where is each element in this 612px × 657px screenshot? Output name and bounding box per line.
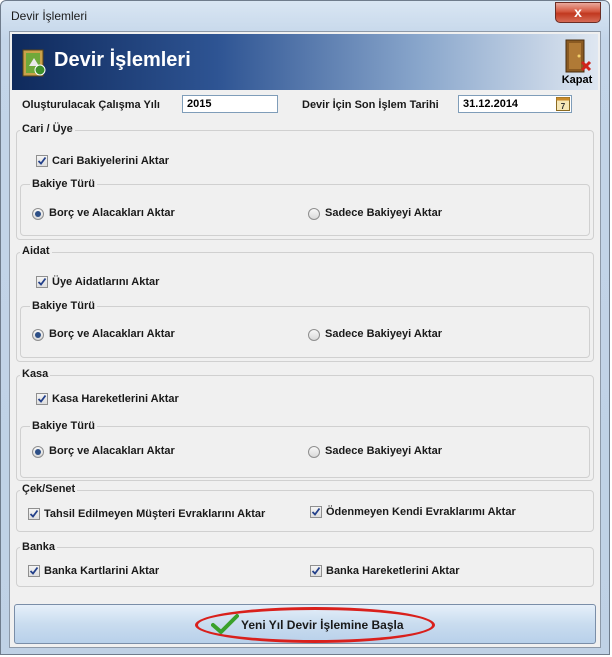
page-title: Devir İşlemleri xyxy=(54,49,191,71)
kasa-radio-borc-label: Borç ve Alacakları Aktar xyxy=(49,445,175,457)
kasa-radio-borc[interactable] xyxy=(32,446,44,458)
dialog-content: Devir İşlemleri Kapat Oluşturulacak Çalı… xyxy=(9,31,601,648)
checkmark-icon xyxy=(29,566,39,575)
kapat-label: Kapat xyxy=(561,74,593,86)
aidat-checkbox-label: Üye Aidatlarını Aktar xyxy=(52,276,160,288)
title-bar[interactable]: Devir İşlemleri x xyxy=(1,1,609,31)
window-close-button[interactable]: x xyxy=(555,2,601,23)
cari-checkbox[interactable] xyxy=(36,155,48,167)
dialog-window: Devir İşlemleri x Devir İşlemleri Kapat xyxy=(0,0,610,655)
aidat-checkbox[interactable] xyxy=(36,276,48,288)
header-banner: Devir İşlemleri Kapat xyxy=(12,34,598,90)
kasa-radio-sadece-label: Sadece Bakiyeyi Aktar xyxy=(325,445,442,457)
year-input[interactable]: 2015 xyxy=(182,95,278,113)
checkmark-icon xyxy=(37,156,47,165)
banka-kart-checkbox[interactable] xyxy=(28,565,40,577)
date-label: Devir İçin Son İşlem Tarihi xyxy=(302,99,439,111)
cek-odenmeyen-checkbox[interactable] xyxy=(310,506,322,518)
cari-group-title: Cari / Üye xyxy=(20,123,75,135)
kasa-group-title: Kasa xyxy=(20,368,51,380)
aidat-bakiye-title: Bakiye Türü xyxy=(30,300,97,312)
door-exit-icon xyxy=(565,39,592,73)
checkmark-icon xyxy=(29,509,39,518)
aidat-group-title: Aidat xyxy=(20,245,52,257)
cari-radio-borc[interactable] xyxy=(32,208,44,220)
window-title: Devir İşlemleri xyxy=(11,9,88,23)
kasa-checkbox-label: Kasa Hareketlerini Aktar xyxy=(52,393,179,405)
calendar-day-text: 7 xyxy=(561,102,566,111)
cari-radio-sadece-label: Sadece Bakiyeyi Aktar xyxy=(325,207,442,219)
aidat-radio-borc[interactable] xyxy=(32,329,44,341)
kapat-button[interactable]: Kapat xyxy=(558,38,594,86)
kasa-checkbox[interactable] xyxy=(36,393,48,405)
transfer-app-icon xyxy=(22,49,46,77)
banka-hareket-checkbox[interactable] xyxy=(310,565,322,577)
cari-bakiye-title: Bakiye Türü xyxy=(30,178,97,190)
kasa-bakiye-title: Bakiye Türü xyxy=(30,420,97,432)
checkmark-icon xyxy=(37,277,47,286)
cari-radio-borc-label: Borç ve Alacakları Aktar xyxy=(49,207,175,219)
cari-checkbox-label: Cari Bakiyelerini Aktar xyxy=(52,155,169,167)
cek-tahsil-label: Tahsil Edilmeyen Müşteri Evraklarını Akt… xyxy=(44,508,266,520)
banka-hareket-label: Banka Hareketlerini Aktar xyxy=(326,565,460,577)
calendar-icon[interactable]: 7 xyxy=(556,96,570,111)
year-label: Oluşturulacak Çalışma Yılı xyxy=(22,99,160,111)
cek-odenmeyen-label: Ödenmeyen Kendi Evraklarımı Aktar xyxy=(326,506,516,518)
aidat-radio-sadece-label: Sadece Bakiyeyi Aktar xyxy=(325,328,442,340)
highlight-ellipse xyxy=(195,607,435,643)
aidat-radio-borc-label: Borç ve Alacakları Aktar xyxy=(49,328,175,340)
banka-group-title: Banka xyxy=(20,541,58,553)
cari-radio-sadece[interactable] xyxy=(308,208,320,220)
date-input[interactable]: 31.12.2014 xyxy=(458,95,572,113)
checkmark-icon xyxy=(311,566,321,575)
banka-kart-label: Banka Kartlarini Aktar xyxy=(44,565,160,577)
cek-tahsil-checkbox[interactable] xyxy=(28,508,40,520)
start-transfer-button[interactable]: Yeni Yıl Devir İşlemine Başla xyxy=(14,604,596,644)
checkmark-icon xyxy=(37,394,47,403)
checkmark-icon xyxy=(311,507,321,516)
kasa-radio-sadece[interactable] xyxy=(308,446,320,458)
cek-group-title: Çek/Senet xyxy=(20,483,78,495)
aidat-radio-sadece[interactable] xyxy=(308,329,320,341)
